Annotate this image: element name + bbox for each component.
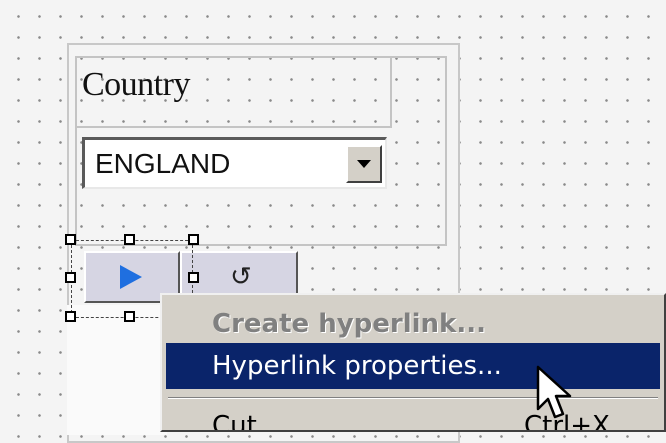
resize-handle-w[interactable] [65, 272, 76, 283]
resize-handle-ne[interactable] [188, 234, 199, 245]
country-select-value: ENGLAND [95, 148, 231, 179]
resize-handle-e[interactable] [188, 272, 199, 283]
menu-item-label: Cut [212, 411, 257, 432]
resize-handle-nw[interactable] [65, 234, 76, 245]
resize-handle-n[interactable] [124, 234, 135, 245]
mouse-cursor-icon [536, 365, 572, 419]
reset-icon: ↺ [230, 262, 252, 292]
menu-item-label: Create hyperlink... [212, 309, 486, 339]
resize-handle-sw[interactable] [65, 311, 76, 322]
country-select[interactable]: ENGLAND [82, 137, 387, 189]
country-label: Country [82, 66, 190, 103]
dropdown-button[interactable] [346, 145, 382, 183]
panel-divider-horizontal [76, 126, 392, 128]
menu-item-cut[interactable]: Cut Ctrl+X [166, 403, 660, 432]
resize-handle-s[interactable] [124, 311, 135, 322]
form-body-area [67, 305, 167, 435]
chevron-down-icon [357, 160, 371, 168]
menu-item-hyperlink-properties[interactable]: Hyperlink properties... [166, 343, 660, 389]
menu-item-create-hyperlink[interactable]: Create hyperlink... [166, 301, 660, 347]
context-menu: Create hyperlink... Hyperlink properties… [160, 293, 666, 432]
panel-divider-vertical [390, 57, 392, 127]
menu-item-label: Hyperlink properties... [212, 351, 502, 381]
menu-separator [168, 397, 658, 399]
